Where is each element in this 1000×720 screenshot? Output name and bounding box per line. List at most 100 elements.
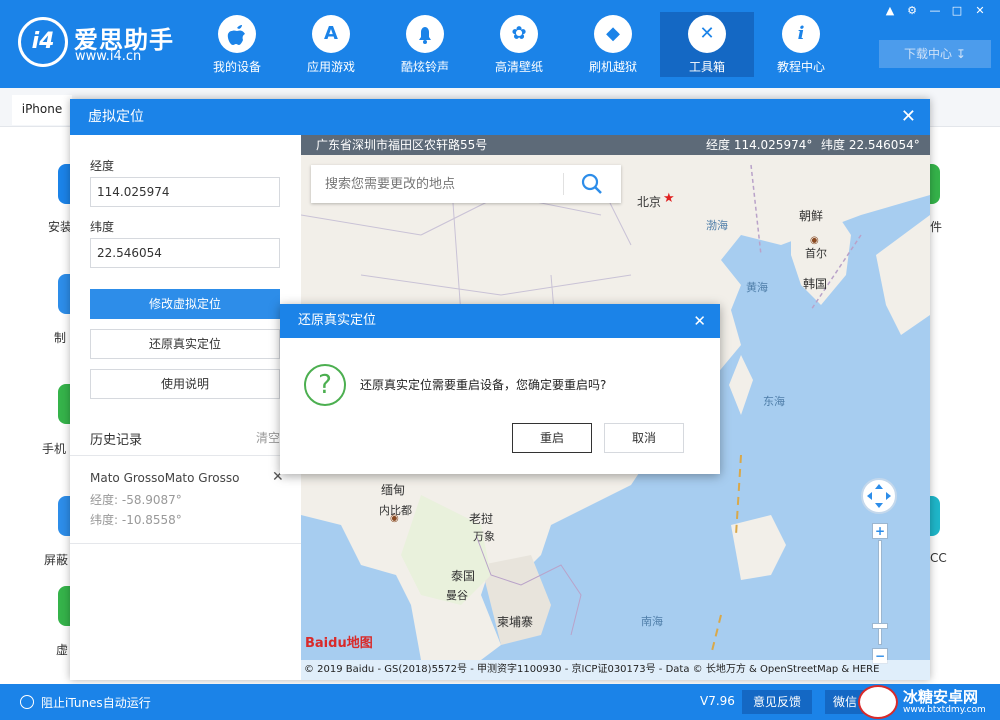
confirm-message: 还原真实定位需要重启设备，您确定要重启吗?: [360, 378, 607, 392]
feedback-button[interactable]: 意见反馈: [742, 690, 812, 714]
restore-location-button[interactable]: 还原真实定位: [90, 329, 280, 359]
latitude-label: 纬度: [90, 220, 115, 234]
nav-label: 高清壁纸: [494, 60, 543, 74]
clear-history-link[interactable]: 清空: [256, 429, 280, 446]
flower-icon: ✿: [500, 15, 538, 53]
map-label-cambodia: 柬埔寨: [497, 615, 534, 629]
nav-toolbox[interactable]: ✕ 工具箱: [660, 12, 754, 77]
map-lat: 纬度 22.546054°: [821, 138, 920, 152]
nav-label: 刷机越狱: [588, 60, 637, 74]
confirm-title-bar: 还原真实定位 ✕: [280, 304, 720, 338]
watermark-url: www.btxtdmy.com: [903, 705, 986, 715]
tool-icon[interactable]: [930, 496, 940, 536]
nav-tutorials[interactable]: i 教程中心: [754, 12, 848, 76]
map-label-south-sea: 南海: [641, 615, 663, 628]
nav-label: 应用游戏: [306, 60, 355, 74]
tool-label: 安装: [48, 220, 73, 234]
app-store-icon: A: [312, 15, 350, 53]
itunes-block-label[interactable]: 阻止iTunes自动运行: [41, 694, 151, 711]
map-lon: 经度 114.025974°: [706, 138, 813, 152]
skin-icon[interactable]: ▲: [880, 4, 900, 18]
device-tab[interactable]: iPhone: [12, 95, 72, 125]
nav-ringtones[interactable]: 酷炫铃声: [378, 12, 472, 76]
nav-flash-jailbreak[interactable]: ◆ 刷机越狱: [566, 12, 660, 76]
longitude-label: 经度: [90, 159, 115, 173]
dialog-title-bar: 虚拟定位 ✕: [70, 99, 930, 135]
bell-icon: [406, 15, 444, 53]
close-icon[interactable]: ✕: [970, 4, 990, 18]
cancel-button[interactable]: 取消: [604, 423, 684, 453]
map-address: 广东省深圳市福田区农轩路55号: [316, 138, 488, 152]
close-icon[interactable]: ✕: [693, 304, 706, 338]
nav-label: 教程中心: [776, 60, 825, 74]
brand-url: www.i4.cn: [75, 49, 142, 64]
tool-label: 屏蔽: [44, 553, 69, 567]
map-label-beijing: 北京: [637, 195, 662, 209]
history-label: 历史记录: [90, 433, 143, 448]
search-divider: [563, 173, 564, 195]
itunes-toggle-icon[interactable]: [20, 695, 34, 709]
download-center-button[interactable]: 下载中心 ↧: [879, 40, 991, 68]
apple-icon: [218, 15, 256, 53]
divider: [70, 455, 301, 456]
restart-button[interactable]: 重启: [512, 423, 592, 453]
tool-label: 件: [930, 220, 943, 234]
map-label-north-korea: 朝鲜: [799, 209, 824, 223]
nav-label: 我的设备: [212, 60, 261, 74]
download-icon: ↧: [955, 47, 966, 61]
divider: [70, 543, 301, 544]
restore-confirm-dialog: 还原真实定位 ✕ ? 还原真实定位需要重启设备，您确定要重启吗? 重启 取消: [280, 304, 720, 474]
map-pan-control-icon[interactable]: [861, 478, 897, 514]
map-label-east-sea: 东海: [763, 395, 785, 408]
nav-wallpapers[interactable]: ✿ 高清壁纸: [472, 12, 566, 76]
latitude-input[interactable]: 22.546054: [90, 238, 280, 268]
history-item-lat: 纬度: -10.8558°: [90, 513, 182, 527]
question-icon: ?: [304, 364, 346, 406]
map-copyright: © 2019 Baidu - GS(2018)5572号 - 甲测资字11009…: [301, 660, 930, 680]
settings-icon[interactable]: ⚙: [902, 4, 922, 18]
tool-label: CC: [930, 551, 947, 565]
zoom-slider[interactable]: [878, 540, 882, 645]
status-bar: 阻止iTunes自动运行 V7.96 意见反馈 微信 冰糖安卓网 www.btx…: [0, 684, 1000, 720]
nav-apps-games[interactable]: A 应用游戏: [284, 12, 378, 76]
modify-location-button[interactable]: 修改虚拟定位: [90, 289, 280, 319]
nav-label: 酷炫铃声: [400, 60, 449, 74]
tool-icon[interactable]: [930, 164, 940, 204]
map-label-laos: 老挝: [469, 512, 494, 526]
map-pin-icon: ◉: [390, 513, 399, 524]
watermark-title: 冰糖安卓网: [903, 688, 979, 706]
nav-label: 工具箱: [688, 60, 725, 74]
zoom-in-icon[interactable]: +: [872, 523, 888, 539]
tool-label: 手机: [42, 442, 67, 456]
search-icon[interactable]: [581, 173, 603, 195]
nav-my-device[interactable]: 我的设备: [190, 12, 284, 76]
map-label-bangkok: 曼谷: [446, 589, 468, 602]
zoom-handle[interactable]: [872, 623, 888, 629]
map-label-bohai: 渤海: [706, 219, 728, 232]
tool-label: 虚: [56, 643, 69, 657]
help-button[interactable]: 使用说明: [90, 369, 280, 399]
map-info-bar: 广东省深圳市福田区农轩路55号 经度 114.025974° 纬度 22.546…: [301, 135, 930, 155]
close-icon[interactable]: ✕: [901, 99, 916, 135]
dialog-title: 虚拟定位: [88, 109, 144, 125]
map-label-yellow-sea: 黄海: [746, 281, 768, 294]
maximize-icon[interactable]: □: [947, 4, 967, 18]
capital-star-icon: ★: [663, 191, 675, 206]
map-label-south-korea: 韩国: [803, 277, 828, 291]
history-item-lon: 经度: -58.9087°: [90, 493, 182, 507]
map-label-myanmar: 缅甸: [381, 483, 406, 497]
map-search-box: [311, 165, 621, 203]
version-label: V7.96: [700, 694, 735, 708]
map-label-seoul: 首尔: [805, 247, 827, 260]
confirm-title: 还原真实定位: [298, 313, 377, 328]
history-item-name[interactable]: Mato GrossoMato Grosso: [90, 471, 239, 485]
map-search-input[interactable]: [311, 165, 563, 203]
app-header: i4 爱思助手 www.i4.cn 我的设备 A 应用游戏 酷炫铃声 ✿ 高清壁…: [0, 0, 1000, 88]
map-label-thailand: 泰国: [451, 569, 476, 583]
map-label-vientiane: 万象: [473, 530, 495, 543]
tools-icon: ✕: [688, 15, 726, 53]
box-icon: ◆: [594, 15, 632, 53]
watermark-logo-icon: [858, 685, 898, 719]
minimize-icon[interactable]: —: [925, 4, 945, 18]
longitude-input[interactable]: 114.025974: [90, 177, 280, 207]
